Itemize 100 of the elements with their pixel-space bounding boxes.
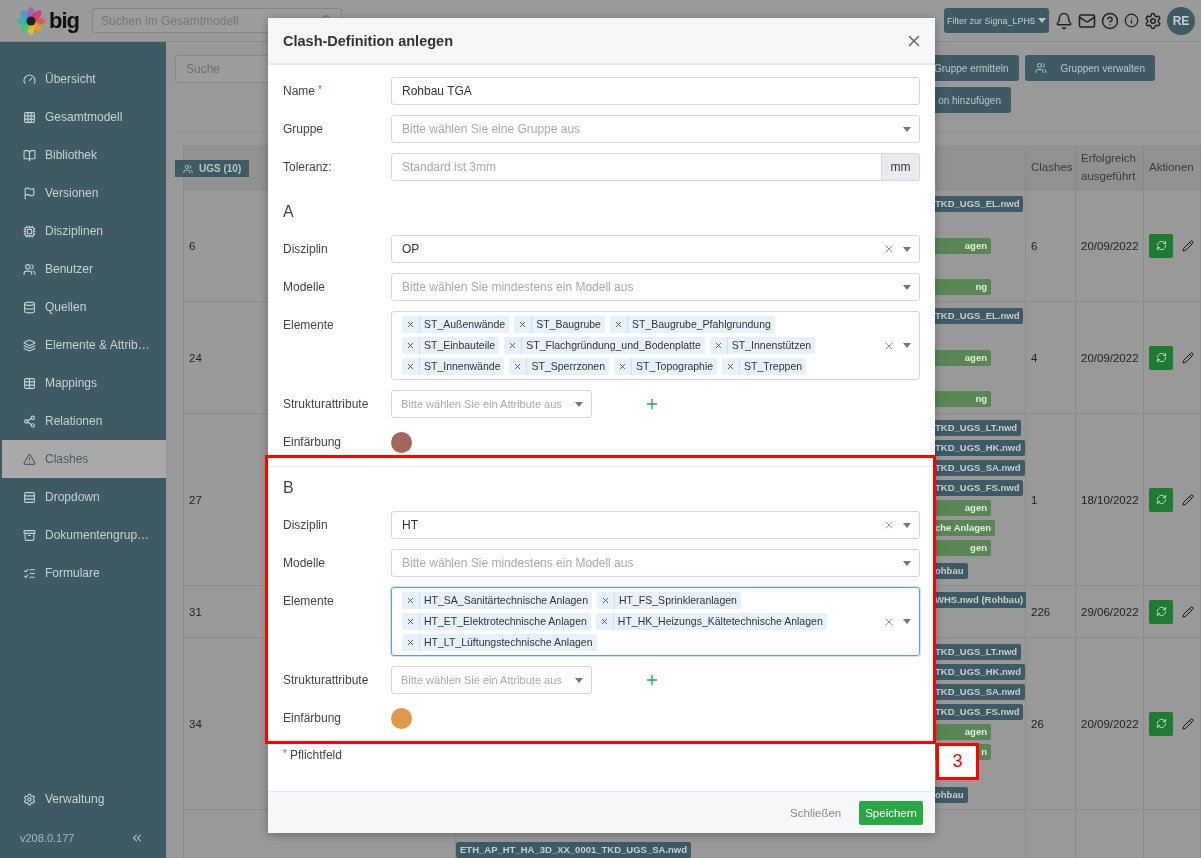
select-field[interactable]: HT — [391, 511, 920, 539]
toolbar-button[interactable]: Gruppen verwalten — [1024, 55, 1155, 81]
settings-icon — [23, 792, 36, 806]
edit-icon[interactable] — [1182, 239, 1194, 252]
sidebar-item[interactable]: Relationen — [2, 402, 166, 440]
section-heading: B — [283, 479, 295, 497]
help-icon[interactable] — [1101, 11, 1119, 30]
mail-icon[interactable] — [1078, 11, 1096, 30]
caret-icon — [575, 677, 583, 683]
field-label: Elemente — [283, 317, 335, 332]
refresh-icon — [1155, 606, 1167, 617]
logo-icon — [16, 5, 46, 36]
collapse-icon[interactable] — [130, 831, 144, 845]
sidebar-item[interactable]: Clashes — [2, 440, 166, 478]
column-header: Erfolgreich ausgeführt — [1076, 145, 1144, 190]
sidebar-item[interactable]: Benutzer — [2, 250, 166, 288]
caret-icon — [903, 126, 911, 132]
sidebar-item[interactable]: Versionen — [2, 174, 166, 212]
bell-icon[interactable] — [1055, 11, 1073, 30]
table-cell: 4 — [1026, 302, 1076, 414]
element-tag: ST_Topographie — [614, 358, 718, 375]
element-tag: HT_SA_Sanitärtechnische Anlagen — [402, 592, 593, 609]
caret-icon — [903, 619, 911, 624]
refresh-button[interactable] — [1149, 233, 1173, 258]
checklist-icon — [23, 566, 36, 580]
version-text: v208.0.177 — [20, 832, 75, 844]
edit-icon[interactable] — [1182, 493, 1194, 506]
edit-icon[interactable] — [1182, 605, 1194, 618]
unit-label: mm — [882, 153, 920, 181]
clear-icon[interactable] — [883, 243, 895, 255]
table-cell: 20/09/2022 — [1076, 190, 1144, 302]
refresh-button[interactable] — [1149, 345, 1173, 370]
column-header: Aktionen — [1144, 145, 1201, 190]
multi-select-field[interactable]: ST_Außenwände ST_Baugrube ST_Baugrube_Pfahlgrundung ST_Einbauteile ST_Flachgründung_und_Bodenplatte ST_Innenstützen ST_Innenwände ST_Sperrzonen ST_Topographie ST_Treppen — [391, 311, 920, 380]
section-heading: A — [283, 203, 295, 221]
database-icon — [23, 300, 36, 314]
element-tag: ST_Außenwände — [402, 316, 510, 333]
group-badge: UGS (10) — [175, 160, 250, 177]
info-icon[interactable] — [1124, 13, 1139, 28]
caret-icon — [903, 522, 911, 528]
grid-icon — [23, 110, 36, 124]
table-cell: 20/09/2022 — [1076, 302, 1144, 414]
table-icon — [23, 376, 36, 390]
element-tag: HT_ET_Elektrotechnische Anlagen — [402, 613, 591, 630]
sidebar-item[interactable]: Dropdown — [2, 478, 166, 516]
user-avatar[interactable]: RE — [1167, 6, 1195, 35]
table-cell: 226 — [1026, 586, 1076, 638]
archive-icon — [23, 528, 36, 542]
gauge-icon — [23, 72, 36, 86]
sidebar-item[interactable]: Bibliothek — [2, 136, 166, 174]
dialog-title: Clash-Definition anlegen — [283, 32, 453, 49]
element-tag: HT_FS_Sprinkleranlagen — [597, 592, 741, 609]
select-field[interactable]: OP — [391, 235, 920, 263]
caret-icon — [903, 246, 911, 252]
sidebar-item[interactable]: Mappings — [2, 364, 166, 402]
refresh-button[interactable] — [1149, 599, 1173, 624]
annotation-label: 3 — [936, 743, 979, 780]
table-cell: 1 — [1026, 414, 1076, 586]
sidebar-item[interactable]: Dokumentengrup… — [2, 516, 166, 554]
element-tag: ST_Treppen — [722, 358, 807, 375]
color-swatch[interactable] — [391, 431, 412, 453]
save-button[interactable]: Speichern — [859, 800, 923, 825]
refresh-icon — [1155, 494, 1167, 505]
field-label: Modelle — [283, 280, 327, 294]
caret-icon — [575, 401, 583, 407]
layers-icon — [23, 338, 36, 352]
element-tag: ST_Baugrube_Pfahlgrundung — [609, 316, 775, 333]
clear-icon[interactable] — [883, 519, 895, 531]
field-label: Disziplin — [283, 518, 329, 532]
name-field[interactable]: Rohbau TGA — [391, 77, 920, 105]
refresh-button[interactable] — [1149, 487, 1173, 512]
settings-icon[interactable] — [1144, 11, 1162, 30]
close-button[interactable]: Schließen — [784, 805, 848, 820]
sidebar-item[interactable]: Quellen — [2, 288, 166, 326]
sidebar-item[interactable]: Verwaltung — [2, 780, 166, 818]
logo-text: big — [49, 7, 79, 34]
edit-icon[interactable] — [1182, 351, 1194, 364]
table-cell: 20/09/2022 — [1076, 638, 1144, 810]
sidebar-item[interactable]: Gesamtmodell — [2, 98, 166, 136]
filter-button[interactable]: Filter zur Signa_LPH5 — [943, 8, 1049, 33]
color-swatch[interactable] — [391, 707, 412, 729]
refresh-icon — [1155, 352, 1167, 363]
sidebar-item[interactable]: Elemente & Attrib… — [2, 326, 166, 364]
sidebar-item[interactable]: Disziplinen — [2, 212, 166, 250]
users-icon — [1034, 62, 1047, 74]
multi-select-field[interactable]: HT_SA_Sanitärtechnische Anlagen HT_FS_Sprinkleranlagen HT_ET_Elektrotechnische Anlagen HT_HK_Heizungs_Kältetechnische Anlagen HT_LT_Lüftungstechnische Anlagen — [391, 587, 920, 656]
refresh-button[interactable] — [1149, 711, 1173, 736]
chip-icon — [23, 224, 36, 238]
field-label: Disziplin — [283, 242, 329, 256]
refresh-icon — [1155, 718, 1167, 729]
sidebar-item[interactable]: Übersicht — [2, 60, 166, 98]
edit-icon[interactable] — [1182, 717, 1194, 730]
field-label: Toleranz: — [283, 160, 333, 174]
file-tag: ETH_AP_HT_HA_3D_XX_0001_TKD_UGS_SA.nwd — [456, 842, 692, 858]
users-icon — [23, 262, 36, 276]
share-icon — [23, 414, 36, 428]
element-tag: HT_HK_Heizungs_Kältetechnische Anlagen — [595, 613, 827, 630]
sidebar-item[interactable]: Formulare — [2, 554, 166, 592]
element-tag: HT_LT_Lüftungstechnische Anlagen — [402, 634, 597, 651]
table-cell: 18/10/2022 — [1076, 414, 1144, 586]
